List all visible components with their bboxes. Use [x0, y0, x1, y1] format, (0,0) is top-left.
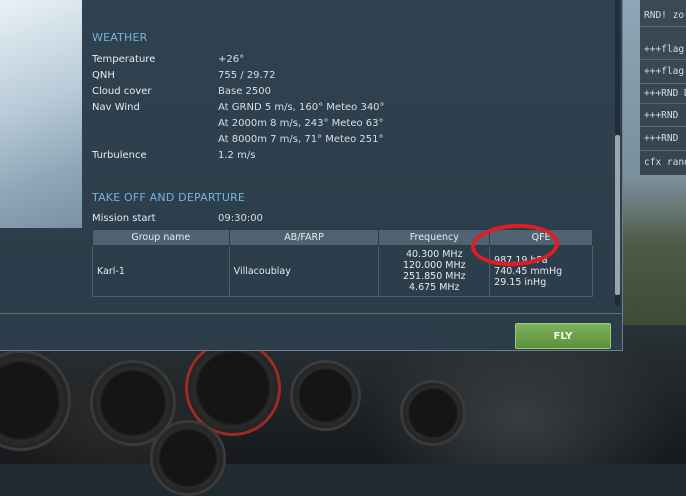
weather-label: QNH	[92, 70, 115, 81]
weather-label: Temperature	[92, 54, 156, 65]
qfe-value: 740.45 mmHg	[494, 265, 563, 277]
fly-button[interactable]: FLY	[515, 323, 611, 349]
airbase-cell: Villacoublay	[228, 245, 380, 297]
log-line: +++flag	[640, 60, 686, 84]
weather-value: 755 / 29.72	[218, 70, 276, 81]
group-name-cell: Karl-1	[92, 245, 230, 297]
log-line: RND! zo	[640, 0, 686, 27]
frequency-value: 4.675 MHz	[409, 282, 460, 293]
weather-value: +26°	[218, 54, 245, 65]
column-header-group-name: Group name	[92, 229, 230, 246]
weather-value: 1.2 m/s	[218, 150, 256, 161]
weather-section-title: WEATHER	[92, 31, 148, 44]
briefing-window: WEATHER Temperature +26° QNH 755 / 29.72…	[0, 0, 623, 351]
weather-value: At 2000m 8 m/s, 243° Meteo 63°	[218, 118, 384, 129]
scrollbar-thumb[interactable]	[615, 135, 620, 295]
mission-start-label: Mission start	[92, 213, 156, 224]
log-line: +++RND Drucat, S	[640, 84, 686, 104]
frequency-value: 120.000 MHz	[402, 260, 466, 271]
log-line: +++RND	[640, 104, 686, 127]
column-header-ab-farp: AB/FARP	[228, 229, 380, 246]
qfe-value: 29.15 inHg	[494, 276, 547, 288]
takeoff-section-title: TAKE OFF AND DEPARTURE	[92, 191, 246, 204]
cockpit-gauge	[400, 380, 466, 446]
weather-value: At 8000m 7 m/s, 71° Meteo 251°	[218, 134, 384, 145]
frequency-value: 251.850 MHz	[402, 271, 466, 282]
log-line: +++RND	[640, 127, 686, 151]
briefing-scrollbar[interactable]	[615, 0, 620, 306]
briefing-content: WEATHER Temperature +26° QNH 755 / 29.72…	[82, 0, 612, 306]
cockpit-gauge	[290, 360, 361, 431]
weather-label: Nav Wind	[92, 102, 140, 113]
weather-label: Turbulence	[92, 150, 147, 161]
frequency-value: 40.300 MHz	[405, 249, 463, 260]
mission-start-value: 09:30:00	[218, 213, 263, 224]
cockpit-gauge	[150, 420, 226, 496]
weather-label: Cloud cover	[92, 86, 152, 97]
briefing-footer: FLY	[0, 313, 622, 351]
weather-value: At GRND 5 m/s, 160° Meteo 340°	[218, 102, 385, 113]
mission-image	[0, 0, 82, 228]
log-line: +++flag Deauvil	[640, 27, 686, 60]
weather-value: Base 2500	[218, 86, 271, 97]
log-line: cfx rand	[644, 157, 686, 168]
chat-log-panel: RND! zo +++flag Deauvil +++flag +++RND D…	[640, 0, 686, 175]
